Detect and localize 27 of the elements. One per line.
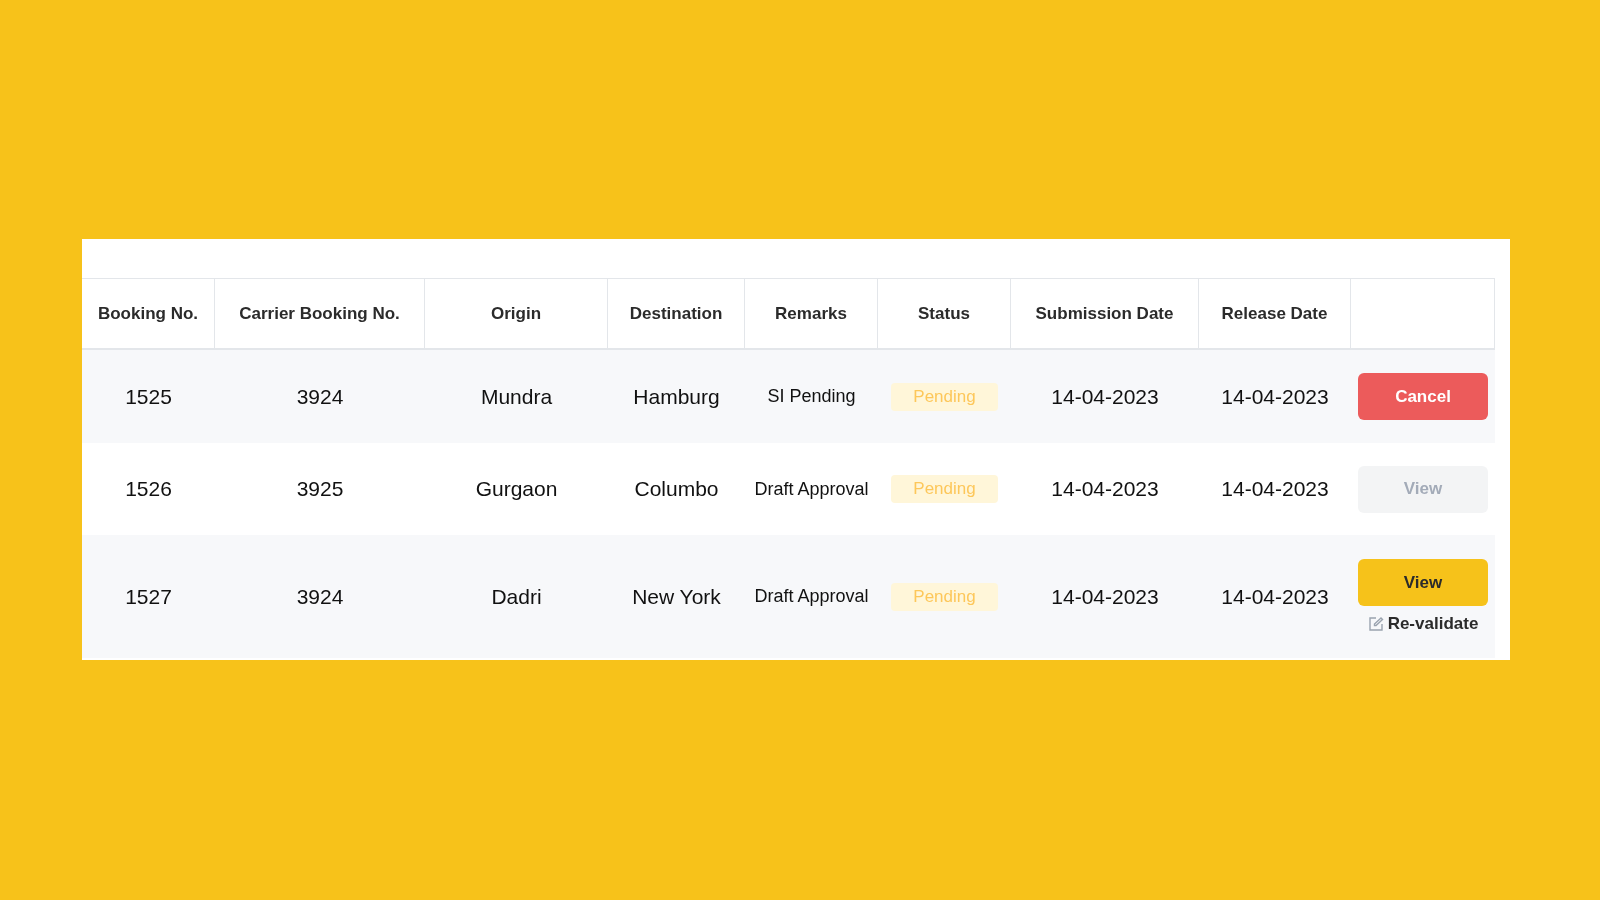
table-cell: 14-04-2023	[1221, 477, 1329, 501]
edit-icon	[1367, 616, 1384, 632]
status-badge: Pending	[891, 582, 998, 611]
revalidate-link[interactable]: Re-validate	[1367, 614, 1479, 634]
table-cell: Hamburg	[633, 384, 720, 409]
table-cell: 14-04-2023	[1051, 477, 1159, 501]
table-cell: 3924	[296, 584, 344, 609]
table-cell: 14-04-2023	[1221, 384, 1329, 409]
table-cell: 14-04-2023	[1051, 584, 1159, 609]
table-cell: Mundra	[480, 384, 553, 409]
table-cell: 1527	[125, 584, 172, 609]
view-button[interactable]: View	[1358, 559, 1488, 606]
table-cell: Draft Approval	[754, 586, 869, 607]
table-cell: 1525	[125, 384, 172, 409]
table-cell: 3925	[296, 477, 344, 501]
status-badge: Pending	[891, 475, 998, 503]
table-cell: 14-04-2023	[1221, 584, 1329, 609]
status-badge: Pending	[891, 382, 998, 411]
table-cell: 1526	[125, 477, 172, 501]
table-cell: Draft Approval	[754, 478, 869, 500]
table-cell: Dadri	[491, 584, 542, 609]
table-cell: SI Pending	[767, 386, 856, 407]
table-cell: 14-04-2023	[1051, 384, 1159, 409]
table-cell: New York	[632, 584, 721, 609]
table-cell: 3924	[296, 384, 344, 409]
table-cell: Columbo	[634, 477, 719, 501]
table-cell: Gurgaon	[475, 477, 558, 501]
